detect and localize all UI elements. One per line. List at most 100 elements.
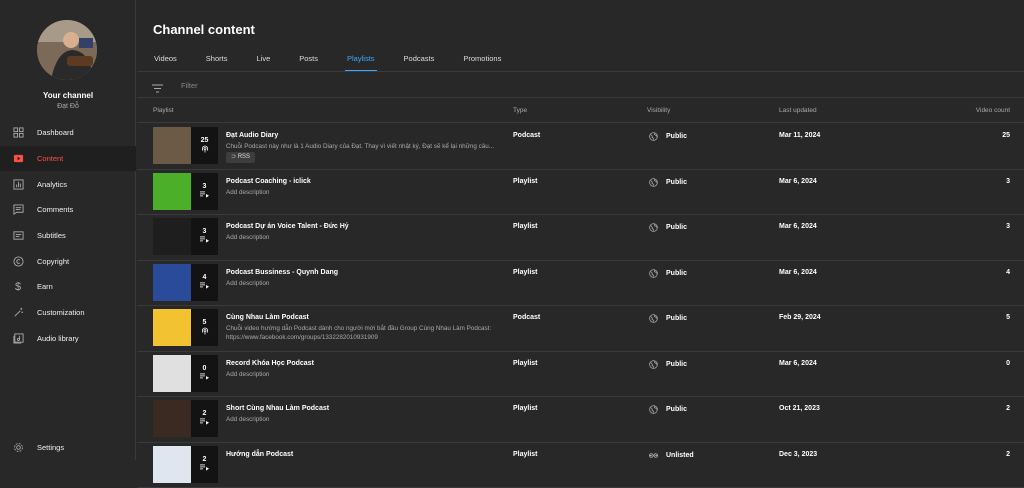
visibility-label: Public	[666, 406, 687, 413]
playlist-title[interactable]: Short Cùng Nhau Làm Podcast	[226, 405, 329, 412]
table-row[interactable]: 2Short Cùng Nhau Làm PodcastAdd descript…	[137, 397, 1024, 443]
globe-icon	[649, 314, 666, 323]
playlist-thumbnail[interactable]: 4	[153, 264, 218, 301]
wand-icon	[12, 307, 24, 319]
playlist-video-count: 2	[1006, 405, 1010, 412]
rss-badge-label: RSS	[238, 154, 250, 160]
sidebar-item-comments[interactable]: Comments	[0, 197, 136, 223]
tab-live[interactable]: Live	[256, 48, 270, 72]
playlist-title[interactable]: Hướng dẫn Podcast	[226, 451, 293, 458]
visibility-label: Public	[666, 224, 687, 231]
sidebar-item-analytics[interactable]: Analytics	[0, 171, 136, 197]
playlist-type: Playlist	[513, 451, 538, 458]
playlist-video-count: 5	[1006, 314, 1010, 321]
thumbnail-overlay: 2	[191, 446, 218, 483]
thumbnail-overlay: 0	[191, 355, 218, 392]
playlist-thumbnail[interactable]: 3	[153, 218, 218, 255]
playlist-title[interactable]: Podcast Dự án Voice Talent - Đức Hỷ	[226, 223, 349, 230]
playlist-icon	[200, 418, 209, 427]
playlist-title[interactable]: Podcast Bussiness - Quynh Dang	[226, 269, 338, 276]
playlist-thumbnail[interactable]: 5	[153, 309, 218, 346]
playlist-icon	[200, 282, 209, 291]
table-row[interactable]: 3Podcast Coaching - iclickAdd descriptio…	[137, 170, 1024, 216]
rss-icon: ⊃	[231, 154, 238, 160]
table-row[interactable]: 2Hướng dẫn PodcastPlaylistUnlistedDec 3,…	[137, 443, 1024, 488]
sidebar-item-audio-library[interactable]: Audio library	[0, 326, 136, 352]
column-header-video-count[interactable]: Video count	[976, 107, 1010, 114]
playlist-visibility[interactable]: Public	[649, 269, 687, 278]
table-row[interactable]: 25 Đạt Audio Diary Chuỗi Podcast này như l…	[137, 124, 1024, 170]
sidebar-item-dashboard[interactable]: Dashboard	[0, 120, 136, 146]
playlist-type: Playlist	[513, 223, 538, 230]
rss-badge[interactable]: ⊃ RSS	[226, 152, 255, 163]
filter-icon[interactable]	[152, 80, 163, 89]
playlist-visibility[interactable]: Unlisted	[649, 451, 694, 460]
sidebar-item-content[interactable]: Content	[0, 146, 136, 172]
podcast-icon	[201, 327, 209, 337]
playlist-title[interactable]: Podcast Coaching - iclick	[226, 178, 311, 185]
column-header-visibility[interactable]: Visibility	[647, 107, 670, 114]
sidebar: Your channel Đạt Đỗ Dashboard Content An…	[0, 0, 136, 460]
playlist-description: Chuỗi Podcast này như là 1 Audio Diary c…	[226, 142, 506, 151]
thumbnail-video-count: 25	[201, 137, 209, 144]
playlist-thumbnail[interactable]: 2	[153, 446, 218, 483]
tab-shorts[interactable]: Shorts	[206, 48, 228, 72]
tab-posts[interactable]: Posts	[299, 48, 318, 72]
playlist-icon	[200, 236, 209, 245]
visibility-label: Public	[666, 270, 687, 277]
playlist-thumbnail[interactable]: 3	[153, 173, 218, 210]
playlist-title[interactable]: Cùng Nhau Làm Podcast	[226, 314, 309, 321]
visibility-label: Public	[666, 361, 687, 368]
playlist-thumbnail[interactable]: 0	[153, 355, 218, 392]
audio-library-icon	[12, 332, 24, 344]
playlist-type: Podcast	[513, 132, 540, 139]
channel-avatar[interactable]	[37, 20, 97, 80]
column-header-last-updated[interactable]: Last updated	[779, 107, 817, 114]
playlist-thumbnail[interactable]: 2	[153, 400, 218, 437]
playlist-icon	[200, 191, 209, 200]
playlist-visibility[interactable]: Public	[649, 223, 687, 232]
playlist-visibility[interactable]: Public	[649, 178, 687, 187]
sidebar-item-label: Customization	[37, 308, 85, 317]
column-header-type[interactable]: Type	[513, 107, 527, 114]
column-header-playlist[interactable]: Playlist	[153, 107, 174, 114]
playlist-title[interactable]: Đạt Audio Diary	[226, 132, 278, 139]
content-tabs: Videos Shorts Live Posts Playlists Podca…	[137, 48, 513, 72]
sidebar-item-label: Audio library	[37, 334, 79, 343]
tab-playlists[interactable]: Playlists	[347, 48, 375, 72]
playlist-thumbnail[interactable]: 25	[153, 127, 218, 164]
playlist-visibility[interactable]: Public	[649, 314, 687, 323]
thumbnail-image	[153, 173, 191, 210]
table-row[interactable]: 0Record Khóa Học PodcastAdd descriptionP…	[137, 352, 1024, 398]
playlist-video-count: 2	[1006, 451, 1010, 458]
tab-promotions[interactable]: Promotions	[463, 48, 501, 72]
thumbnail-overlay: 4	[191, 264, 218, 301]
playlist-last-updated: Mar 6, 2024	[779, 360, 817, 367]
globe-icon	[649, 178, 666, 187]
tab-podcasts[interactable]: Podcasts	[404, 48, 435, 72]
playlist-title[interactable]: Record Khóa Học Podcast	[226, 360, 314, 367]
playlist-visibility[interactable]: Public	[649, 360, 687, 369]
thumbnail-image	[153, 264, 191, 301]
sidebar-item-customization[interactable]: Customization	[0, 300, 136, 326]
playlist-visibility[interactable]: Public	[649, 132, 687, 141]
table-row[interactable]: 5Cùng Nhau Làm PodcastChuỗi video hướng …	[137, 306, 1024, 352]
thumbnail-overlay: 2	[191, 400, 218, 437]
sidebar-item-settings[interactable]: Settings	[0, 436, 136, 458]
visibility-label: Public	[666, 133, 687, 140]
table-row[interactable]: 4Podcast Bussiness - Quynh DangAdd descr…	[137, 261, 1024, 307]
visibility-label: Public	[666, 179, 687, 186]
thumbnail-video-count: 2	[203, 410, 207, 417]
channel-title: Your channel	[0, 91, 136, 100]
playlist-last-updated: Mar 6, 2024	[779, 178, 817, 185]
sidebar-item-copyright[interactable]: Copyright	[0, 248, 136, 274]
sidebar-item-label: Comments	[37, 205, 73, 214]
sidebar-item-earn[interactable]: $ Earn	[0, 274, 136, 300]
sidebar-item-label: Content	[37, 154, 63, 163]
dashboard-icon	[12, 127, 24, 139]
filter-input[interactable]: Filter	[181, 81, 198, 90]
table-row[interactable]: 3Podcast Dự án Voice Talent - Đức HỷAdd …	[137, 215, 1024, 261]
tab-videos[interactable]: Videos	[154, 48, 177, 72]
sidebar-item-subtitles[interactable]: Subtitles	[0, 223, 136, 249]
playlist-visibility[interactable]: Public	[649, 405, 687, 414]
